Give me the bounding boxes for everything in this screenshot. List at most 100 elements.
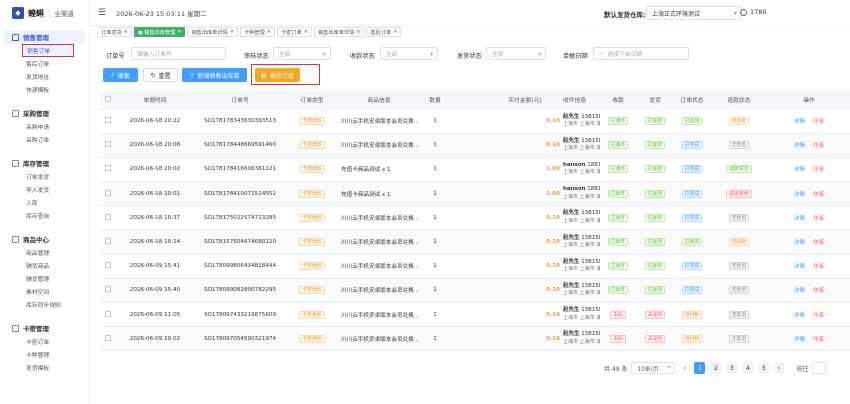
close-icon[interactable]: × — [356, 29, 360, 35]
void-link[interactable]: 作废 — [813, 143, 824, 149]
row-checkbox[interactable] — [105, 141, 111, 148]
row-select-cell[interactable] — [100, 181, 116, 207]
page-number-button[interactable]: 4 — [742, 362, 754, 374]
goto-page-input[interactable] — [812, 362, 827, 374]
void-link[interactable]: 作废 — [813, 264, 824, 270]
menu-toggle-icon[interactable]: ☰ — [98, 8, 106, 18]
reset-button[interactable]: ↻ 重置 — [143, 68, 178, 82]
ship-status-select[interactable]: 全部 ▾ — [486, 47, 546, 60]
sidebar-item[interactable]: 入库 — [0, 196, 89, 209]
detail-link[interactable]: 详情 — [794, 119, 805, 125]
detail-link[interactable]: 详情 — [794, 192, 805, 198]
close-icon[interactable]: × — [393, 29, 397, 35]
detail-link[interactable]: 详情 — [794, 313, 805, 319]
sidebar-item[interactable]: 素材空间 — [0, 285, 89, 298]
page-number-button[interactable]: 2 — [710, 362, 722, 374]
row-select-cell[interactable] — [100, 278, 116, 304]
row-checkbox[interactable] — [105, 189, 111, 196]
warehouse-select[interactable]: 上海正式环境测试 ▾ — [646, 6, 742, 20]
close-icon[interactable]: × — [124, 29, 128, 35]
void-link[interactable]: 作废 — [813, 216, 824, 222]
close-icon[interactable]: × — [267, 29, 271, 35]
sidebar-item[interactable]: 发货地址 — [0, 70, 89, 83]
sidebar-item[interactable]: 采购申请 — [0, 120, 89, 133]
row-checkbox[interactable] — [105, 238, 111, 245]
page-tab[interactable]: 销售出库单详情 × — [313, 27, 365, 37]
sidebar-section-header[interactable]: 销售管理 — [4, 30, 85, 44]
void-link[interactable]: 作废 — [813, 288, 824, 294]
sidebar-section-header[interactable]: 采购管理 — [0, 106, 89, 120]
row-checkbox[interactable] — [105, 286, 111, 293]
close-icon[interactable]: × — [177, 29, 181, 35]
page-tab[interactable]: 订单发货 × — [97, 27, 132, 37]
sidebar-item[interactable]: 卡密订单 — [0, 335, 89, 348]
pay-status-select[interactable]: 全部 ▾ — [380, 47, 438, 60]
page-number-button[interactable]: 5 — [758, 362, 770, 374]
sidebar-item[interactable]: 销售订单 — [22, 44, 74, 57]
close-icon[interactable]: × — [230, 29, 234, 35]
sidebar-section-header[interactable]: 库存管理 — [0, 156, 89, 170]
detail-link[interactable]: 详情 — [794, 288, 805, 294]
row-select-cell[interactable] — [100, 157, 116, 183]
sidebar-item[interactable]: 快递模板 — [0, 83, 89, 96]
sidebar-item[interactable]: 订单发货 — [0, 170, 89, 183]
row-select-cell[interactable] — [100, 326, 116, 352]
void-link[interactable]: 作废 — [813, 192, 824, 198]
sidebar-item[interactable]: 商品管理 — [0, 246, 89, 259]
row-select-cell[interactable] — [100, 109, 116, 134]
detail-link[interactable]: 详情 — [794, 264, 805, 270]
sidebar-item[interactable]: 导入发货 — [0, 183, 89, 196]
row-checkbox[interactable] — [105, 334, 111, 341]
sidebar-section-header[interactable]: 商品中心 — [0, 232, 89, 246]
audit-status-select[interactable]: 全部 ▾ — [273, 47, 331, 60]
sidebar-item[interactable]: 采购订单 — [0, 133, 89, 146]
sidebar-item[interactable]: 库存同步规则 — [0, 298, 89, 311]
void-link[interactable]: 作废 — [813, 313, 824, 319]
row-select-cell[interactable] — [100, 302, 116, 328]
sidebar-item[interactable]: 发货模板 — [0, 361, 89, 374]
void-link[interactable]: 作废 — [813, 167, 824, 173]
void-link[interactable]: 作废 — [813, 337, 824, 343]
page-tab[interactable]: 售后订单 × — [366, 27, 402, 37]
detail-link[interactable]: 详情 — [794, 167, 805, 173]
page-number-button[interactable]: 1 — [694, 362, 706, 374]
order-no-input[interactable]: 请输入订单号 — [131, 47, 226, 60]
page-tab[interactable]: ● 销售出库管理 × — [133, 27, 186, 37]
prev-page-button[interactable]: ‹ — [679, 362, 691, 374]
row-checkbox[interactable] — [105, 310, 111, 317]
user-menu[interactable]: 1780 — [740, 8, 767, 16]
void-link[interactable]: 作废 — [813, 119, 824, 125]
sidebar-item[interactable]: 辅货商品 — [0, 259, 89, 272]
search-button[interactable]: ⌕ 搜索 — [103, 68, 138, 82]
row-checkbox[interactable] — [105, 262, 111, 269]
row-checkbox[interactable] — [105, 165, 111, 172]
sidebar-section-header[interactable]: 卡密管理 — [0, 321, 89, 335]
row-select-cell[interactable] — [100, 205, 116, 231]
row-select-cell[interactable] — [100, 133, 116, 158]
page-size-select[interactable]: 10条/页 ▾ — [631, 362, 676, 374]
row-checkbox[interactable] — [105, 213, 111, 220]
row-select-cell[interactable] — [100, 229, 116, 255]
next-page-button[interactable]: › — [773, 362, 785, 374]
sidebar-item[interactable]: 卡种管理 — [0, 348, 89, 361]
row-checkbox[interactable] — [105, 117, 111, 124]
detail-link[interactable]: 详情 — [794, 240, 805, 246]
void-link[interactable]: 作废 — [813, 240, 824, 246]
aftersale-order-button[interactable]: ▤ 售后订单 — [255, 68, 300, 82]
detail-link[interactable]: 详情 — [794, 337, 805, 343]
sidebar-item[interactable]: 库存查询 — [0, 209, 89, 222]
select-all-checkbox[interactable] — [105, 95, 111, 102]
page-number-button[interactable]: 3 — [726, 362, 738, 374]
date-picker[interactable]: ▭ 选择下单日期 — [593, 47, 689, 60]
detail-link[interactable]: 详情 — [794, 216, 805, 222]
close-icon[interactable]: × — [304, 29, 308, 35]
sidebar-item[interactable]: 售后订单 — [0, 57, 89, 70]
page-tab[interactable]: 销售出库单详情 × — [187, 27, 239, 37]
detail-link[interactable]: 详情 — [794, 143, 805, 149]
add-sales-out-button[interactable]: + 新增销售出库单 — [182, 68, 247, 82]
page-tab[interactable]: 卡密订单 × — [276, 27, 312, 37]
row-select-cell[interactable] — [100, 254, 116, 279]
sidebar-item[interactable]: 辅货管理 — [0, 272, 89, 285]
select-all-cell[interactable] — [100, 91, 116, 110]
page-tab[interactable]: 卡种管理 × — [240, 27, 275, 37]
